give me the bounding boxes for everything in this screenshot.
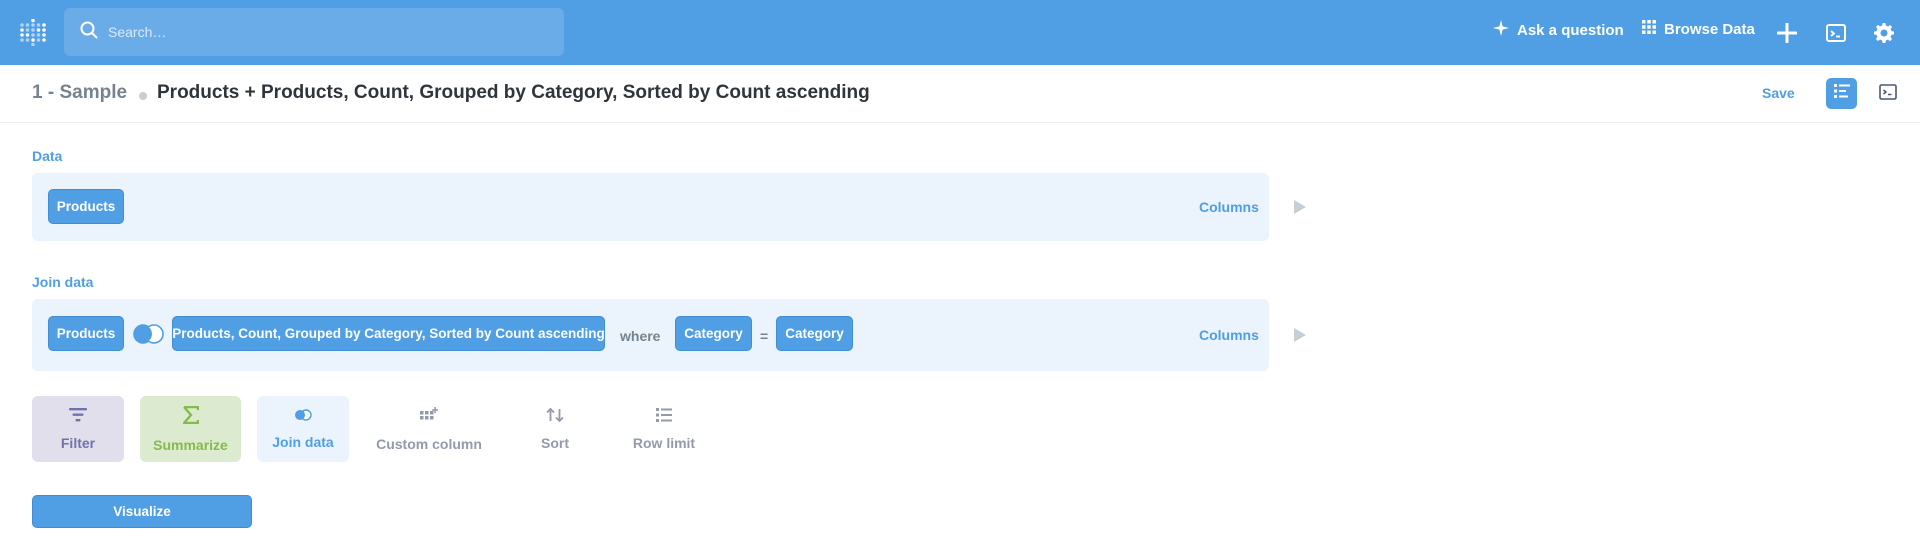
list-icon (656, 407, 672, 425)
question-header: 1 - Sample Products + Products, Count, G… (0, 65, 1920, 123)
join-icon (293, 408, 313, 424)
custom-column-action-button[interactable]: Custom column (370, 396, 488, 462)
join-columns-link[interactable]: Columns (1199, 327, 1259, 343)
ask-question-label: Ask a question (1517, 21, 1624, 39)
new-plus-icon[interactable] (1774, 20, 1800, 46)
data-step-label: Data (32, 148, 63, 164)
custom-column-label: Custom column (376, 435, 482, 452)
view-sql-icon[interactable] (1878, 82, 1898, 102)
search-input[interactable] (108, 24, 528, 40)
join-right-table-pill[interactable]: Products, Count, Grouped by Category, So… (172, 316, 605, 351)
sort-action-button[interactable]: Sort (520, 396, 590, 462)
filter-icon (69, 407, 87, 425)
join-left-column-pill[interactable]: Category (675, 316, 752, 351)
summarize-label: Summarize (153, 436, 228, 453)
sparkle-icon (1493, 20, 1517, 40)
visualize-button[interactable]: Visualize (32, 495, 252, 528)
metabase-logo-icon[interactable] (20, 18, 46, 47)
question-title: Products + Products, Count, Grouped by C… (157, 82, 870, 103)
preview-play-icon[interactable] (1293, 327, 1307, 343)
row-limit-action-button[interactable]: Row limit (618, 396, 710, 462)
join-step-box: Products Products, Count, Grouped by Cat… (32, 299, 1269, 371)
join-left-table-pill[interactable]: Products (48, 316, 124, 351)
data-step-box: Products Columns (32, 173, 1269, 241)
sort-icon (546, 407, 564, 425)
sql-editor-icon[interactable] (1823, 20, 1849, 46)
sigma-icon (180, 405, 199, 427)
browse-data-label: Browse Data (1664, 20, 1755, 38)
notebook-icon (1833, 84, 1850, 103)
join-step-label: Join data (32, 274, 94, 290)
search-icon (80, 21, 98, 44)
ask-question-button[interactable]: Ask a question (1493, 20, 1624, 40)
save-button[interactable]: Save (1762, 85, 1795, 101)
join-where-label: where (620, 328, 661, 344)
breadcrumb-separator (139, 92, 147, 100)
settings-gear-icon[interactable] (1871, 20, 1897, 46)
browse-data-button[interactable]: Browse Data (1642, 20, 1755, 38)
row-limit-label: Row limit (632, 434, 696, 451)
join-right-column-pill[interactable]: Category (776, 316, 853, 351)
filter-action-button[interactable]: Filter (32, 396, 124, 462)
join-data-label: Join data (272, 434, 334, 450)
data-table-pill[interactable]: Products (48, 189, 124, 224)
preview-play-icon[interactable] (1293, 199, 1307, 215)
filter-label: Filter (60, 434, 96, 451)
notebook-editor-toggle[interactable] (1826, 78, 1857, 109)
summarize-action-button[interactable]: Summarize (140, 396, 241, 462)
add-column-icon (420, 406, 439, 426)
database-breadcrumb[interactable]: 1 - Sample (32, 82, 127, 104)
join-type-icon[interactable] (132, 323, 166, 350)
search-bar[interactable] (64, 8, 564, 56)
join-data-action-button[interactable]: Join data (257, 396, 349, 462)
join-operator[interactable]: = (760, 328, 768, 344)
sort-label: Sort (541, 434, 569, 451)
data-columns-link[interactable]: Columns (1199, 199, 1259, 215)
grid-icon (1642, 20, 1664, 38)
top-nav-bar: Ask a question Browse Data (0, 0, 1920, 65)
